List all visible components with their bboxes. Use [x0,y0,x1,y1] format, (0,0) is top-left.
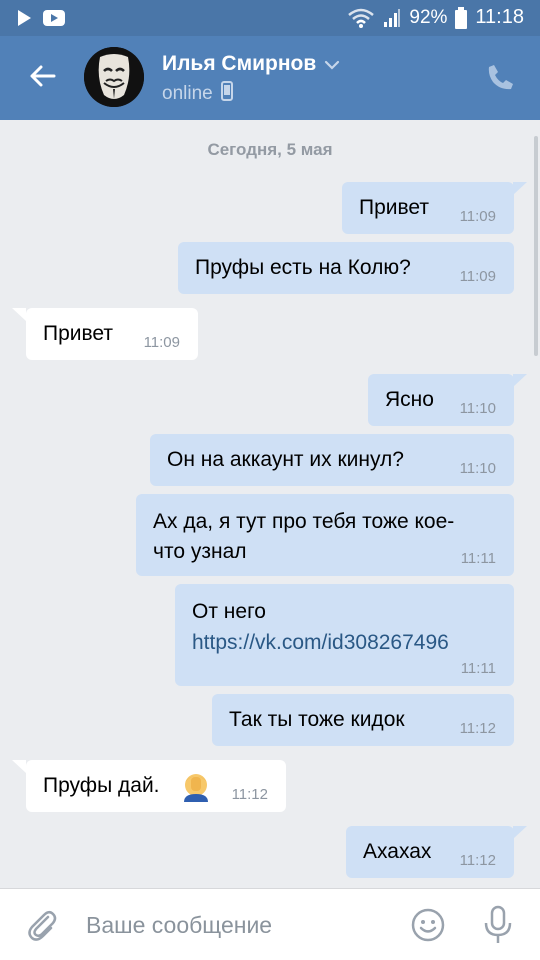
message-time: 11:12 [459,720,496,737]
message-text: Так ты тоже кидок [229,708,405,731]
message-time: 11:09 [459,208,496,225]
facepalm-emoji [180,772,212,811]
message-text: Пруфы дай. [43,774,160,797]
scrollbar[interactable] [534,136,538,356]
message-outgoing[interactable]: Так ты тоже кидок 11:12 [212,694,514,746]
contact-status: online [162,81,233,107]
paperclip-icon [24,911,60,947]
message-incoming[interactable]: Пруфы дай. 11:12 [12,760,286,812]
message-outgoing[interactable]: Пруфы есть на Колю? 11:09 [178,242,514,294]
call-button[interactable] [486,62,518,94]
attach-button[interactable] [24,907,60,943]
chevron-down-icon [324,52,340,76]
status-bar: 92% 11:18 [0,0,540,36]
message-outgoing[interactable]: Привет 11:09 [342,182,527,234]
contact-name-text: Илья Смирнов [162,52,317,75]
message-time: 11:12 [459,852,496,869]
battery-icon [455,6,468,29]
message-outgoing[interactable]: Ах да, я тут про тебя тоже кое- что узна… [136,494,514,576]
message-time: 11:09 [459,268,496,285]
phone-icon [220,81,233,107]
message-text: Пруфы есть на Колю? [195,256,411,279]
message-text: Он на аккаунт их кинул? [167,448,404,471]
youtube-icon [42,9,66,27]
message-text-line-2: что узнал [153,540,247,563]
signal-icon [383,8,401,28]
message-incoming[interactable]: Привет 11:09 [12,308,198,360]
message-time: 11:11 [460,660,496,677]
back-button[interactable] [24,60,60,96]
message-time: 11:12 [231,786,268,803]
date-separator: Сегодня, 5 мая [207,140,333,159]
message-time: 11:10 [459,460,496,477]
message-outgoing[interactable]: Ясно 11:10 [368,374,527,426]
message-text: Ахахах [363,840,432,863]
message-text: Привет [43,322,114,345]
message-time: 11:10 [459,400,496,417]
microphone-icon [480,905,516,949]
message-text: От него [192,600,266,623]
contact-name[interactable]: Илья Смирнов [162,52,340,76]
status-text: online [162,83,213,104]
message-composer [0,888,540,960]
call-icon [486,65,516,96]
emoji-button[interactable] [410,907,446,943]
message-input[interactable] [86,907,396,943]
wifi-icon [347,8,375,28]
emoji-icon [410,908,446,947]
battery-percent: 92% [409,6,448,28]
message-text-line-1: Ах да, я тут про тебя тоже кое- [153,510,455,533]
message-time: 11:11 [460,550,496,567]
message-outgoing[interactable]: Ахахах 11:12 [346,826,527,878]
clock: 11:18 [475,6,524,28]
chat-header: Илья Смирнов online [0,36,540,120]
message-text: Ясно [385,388,434,411]
message-text: Привет [359,196,430,219]
play-icon [16,9,32,27]
message-outgoing[interactable]: Он на аккаунт их кинул? 11:10 [150,434,514,486]
voice-message-button[interactable] [480,905,516,945]
message-time: 11:09 [143,334,180,351]
message-link[interactable]: https://vk.com/id308267496 [192,627,449,658]
message-outgoing[interactable]: От него https://vk.com/id308267496 11:11 [175,584,514,686]
back-arrow-icon [28,64,56,93]
avatar[interactable] [84,47,144,107]
message-list[interactable]: Сегодня, 5 мая Привет 11:09 Пруфы есть н… [0,120,540,888]
